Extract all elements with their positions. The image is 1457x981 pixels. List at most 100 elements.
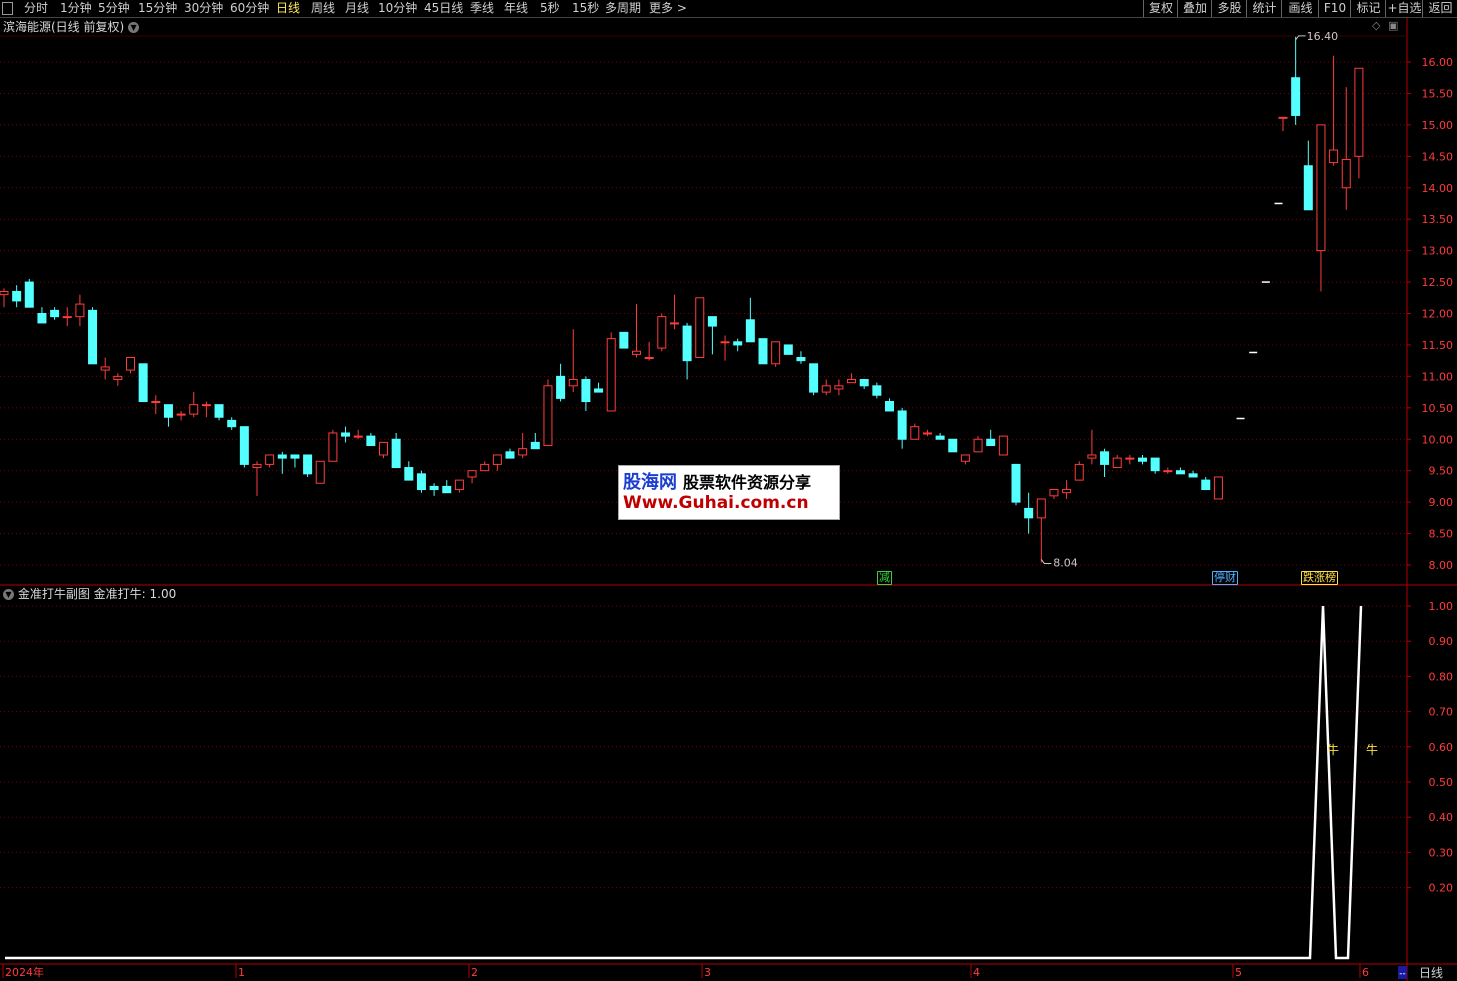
candle-54[interactable]	[682, 322, 692, 380]
candle-25[interactable]	[315, 460, 325, 484]
candle-61[interactable]	[771, 341, 781, 367]
candle-46[interactable]	[581, 376, 591, 411]
candle-6[interactable]	[75, 294, 85, 327]
candle-99[interactable]	[1303, 140, 1313, 211]
candle-1[interactable]	[12, 285, 22, 308]
candle-89[interactable]	[1125, 454, 1135, 465]
candle-77[interactable]	[973, 436, 983, 453]
candle-97[interactable]	[1278, 116, 1288, 132]
candle-26[interactable]	[328, 429, 338, 462]
candle-65[interactable]	[821, 379, 831, 396]
candle-29[interactable]	[366, 432, 376, 447]
candle-98[interactable]	[1291, 36, 1301, 125]
candle-90[interactable]	[1138, 454, 1147, 465]
candle-42[interactable]	[530, 432, 540, 450]
candle-75[interactable]	[948, 438, 958, 453]
stock-tag-1[interactable]: 停财	[1212, 571, 1238, 585]
candle-49[interactable]	[619, 331, 629, 349]
candle-103[interactable]	[1354, 67, 1364, 179]
candle-81[interactable]	[1024, 492, 1034, 534]
candle-19[interactable]	[239, 426, 249, 468]
candle-13[interactable]	[163, 404, 173, 427]
candle-73[interactable]	[922, 429, 932, 437]
candle-83[interactable]	[1049, 489, 1059, 499]
candle-30[interactable]	[379, 441, 388, 459]
candle-16[interactable]	[201, 401, 211, 418]
candle-60[interactable]	[758, 338, 768, 365]
diamond-icon[interactable]: ◇	[1372, 19, 1380, 32]
scroll-handle-icon[interactable]: --	[1399, 969, 1406, 979]
candle-38[interactable]	[480, 461, 490, 472]
candle-59[interactable]	[745, 297, 755, 343]
candle-96[interactable]	[1213, 476, 1223, 500]
candle-34[interactable]	[429, 483, 439, 496]
candle-79[interactable]	[998, 435, 1008, 456]
candle-55[interactable]	[695, 297, 705, 359]
candle-7[interactable]	[88, 307, 98, 365]
candle-35[interactable]	[442, 480, 452, 494]
candle-45[interactable]	[568, 329, 578, 393]
candle-47[interactable]	[594, 382, 604, 393]
candle-63[interactable]	[796, 351, 806, 364]
candle-88[interactable]	[1112, 454, 1122, 469]
candle-5[interactable]	[62, 307, 72, 327]
candle-56[interactable]	[707, 316, 717, 355]
candle-27[interactable]	[341, 426, 351, 443]
candle-2[interactable]	[24, 278, 34, 308]
candle-24[interactable]	[303, 454, 313, 477]
candle-52[interactable]	[657, 313, 667, 352]
candle-3[interactable]	[37, 307, 47, 324]
candle-39[interactable]	[492, 454, 502, 471]
candle-92[interactable]	[1163, 467, 1173, 474]
candle-80[interactable]	[1011, 463, 1021, 506]
candle-10[interactable]	[126, 357, 135, 374]
candle-21[interactable]	[265, 454, 275, 468]
candle-0[interactable]	[0, 288, 9, 308]
candle-57[interactable]	[720, 335, 730, 361]
candle-51[interactable]	[644, 341, 654, 361]
candle-68[interactable]	[859, 379, 869, 389]
candle-91[interactable]	[1150, 457, 1160, 474]
candle-53[interactable]	[669, 294, 679, 330]
candle-66[interactable]	[834, 379, 844, 396]
candle-48[interactable]	[606, 332, 616, 412]
candle-95[interactable]	[1201, 476, 1211, 491]
candle-86[interactable]	[1087, 429, 1097, 465]
chevron-down-icon[interactable]: ▼	[128, 22, 140, 33]
candle-62[interactable]	[783, 344, 793, 355]
candle-69[interactable]	[872, 382, 882, 399]
candle-74[interactable]	[935, 432, 945, 440]
candle-36[interactable]	[454, 479, 464, 493]
chevron-down-icon[interactable]: ▼	[3, 589, 14, 600]
candle-72[interactable]	[910, 423, 920, 440]
candle-31[interactable]	[391, 432, 401, 469]
candle-32[interactable]	[404, 461, 414, 481]
candle-50[interactable]	[632, 304, 641, 358]
candle-12[interactable]	[151, 395, 161, 415]
candle-15[interactable]	[189, 392, 199, 418]
candle-33[interactable]	[416, 470, 426, 493]
candle-23[interactable]	[290, 454, 300, 468]
candle-71[interactable]	[897, 407, 907, 449]
candle-100[interactable]	[1316, 124, 1326, 292]
candle-82[interactable]	[1036, 498, 1046, 563]
candle-93[interactable]	[1175, 467, 1185, 475]
candle-4[interactable]	[50, 307, 60, 320]
candle-28[interactable]	[353, 429, 363, 440]
candle-9[interactable]	[113, 373, 123, 386]
candle-102[interactable]	[1341, 87, 1351, 210]
period-label[interactable]: 日线	[1419, 966, 1443, 980]
candle-37[interactable]	[467, 470, 477, 484]
candle-44[interactable]	[556, 363, 566, 402]
candle-101[interactable]	[1329, 55, 1339, 166]
candle-17[interactable]	[214, 404, 224, 421]
candle-78[interactable]	[986, 429, 996, 447]
candle-41[interactable]	[518, 432, 528, 459]
candle-84[interactable]	[1062, 480, 1072, 499]
candle-67[interactable]	[847, 373, 857, 384]
window-icon[interactable]: ▣	[1388, 19, 1398, 32]
stock-tag-2[interactable]: 跌涨榜	[1301, 571, 1338, 585]
candle-18[interactable]	[227, 417, 237, 430]
candle-64[interactable]	[809, 363, 819, 396]
stock-tag-0[interactable]: 减	[877, 571, 892, 585]
